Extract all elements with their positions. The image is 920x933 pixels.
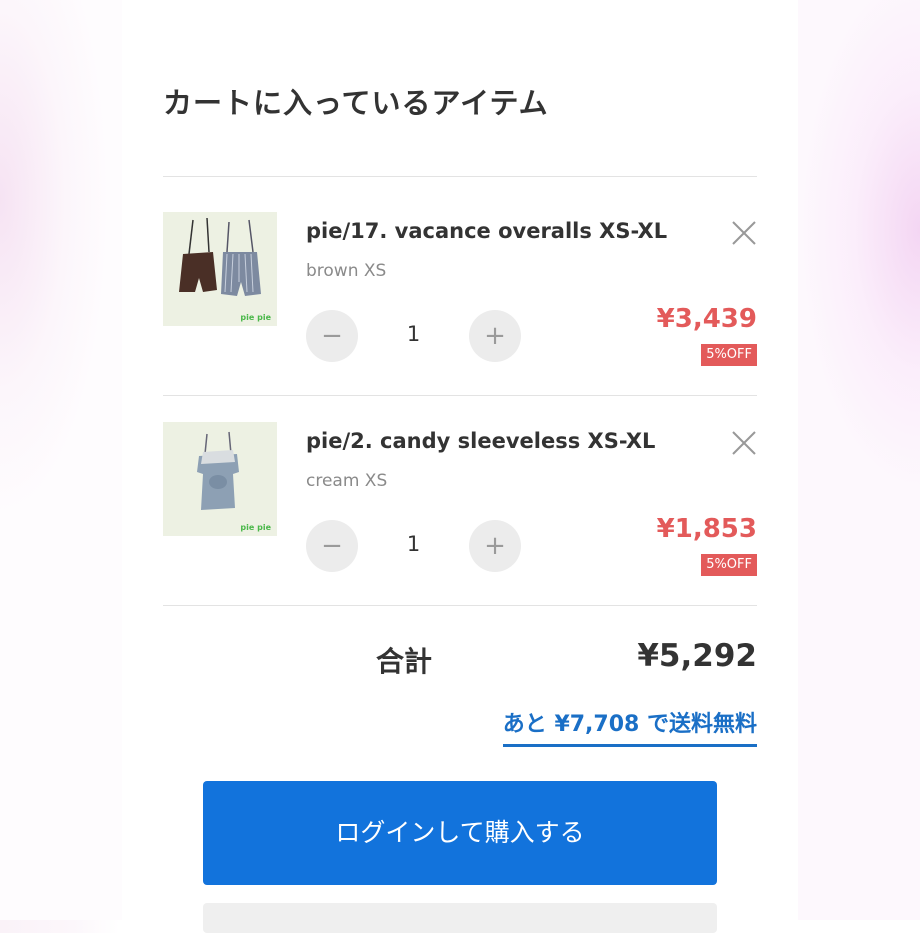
item-price: ¥1,853 <box>656 514 757 544</box>
decrease-quantity-button[interactable]: − <box>306 520 358 572</box>
total-value: ¥5,292 <box>637 638 757 674</box>
item-price: ¥3,439 <box>656 304 757 334</box>
minus-icon: − <box>321 531 343 561</box>
quantity-value: 1 <box>406 532 421 556</box>
plus-icon: + <box>484 321 506 351</box>
increase-quantity-button[interactable]: + <box>469 310 521 362</box>
top-divider <box>163 176 757 177</box>
cart-item: pie pie pie/2. candy sleeveless XS-XL cr… <box>163 422 757 582</box>
product-name[interactable]: pie/17. vacance overalls XS-XL <box>306 219 667 243</box>
cart-panel: カートに入っているアイテム pie pie pie/17. vacance ov… <box>122 0 798 933</box>
remove-item-button[interactable] <box>731 220 757 246</box>
product-name[interactable]: pie/2. candy sleeveless XS-XL <box>306 429 655 453</box>
total-divider <box>163 605 757 606</box>
free-shipping-link[interactable]: あと ¥7,708 で送料無料 <box>502 706 757 747</box>
product-image <box>163 212 277 326</box>
product-variant: cream XS <box>306 471 388 491</box>
close-icon <box>732 431 756 455</box>
decrease-quantity-button[interactable]: − <box>306 310 358 362</box>
product-thumbnail[interactable]: pie pie <box>163 212 277 326</box>
right-background <box>798 0 920 920</box>
secondary-button[interactable] <box>203 903 717 933</box>
total-label: 合計 <box>376 645 433 678</box>
product-thumbnail[interactable]: pie pie <box>163 422 277 536</box>
remove-item-button[interactable] <box>731 430 757 456</box>
cart-title: カートに入っているアイテム <box>163 86 549 120</box>
login-purchase-button[interactable]: ログインして購入する <box>203 781 717 885</box>
discount-badge: 5%OFF <box>701 344 757 366</box>
cart-item: pie pie pie/17. vacance overalls XS-XL b… <box>163 212 757 372</box>
minus-icon: − <box>321 321 343 351</box>
item-divider <box>163 395 757 396</box>
brand-mark: pie pie <box>240 313 271 322</box>
close-icon <box>732 221 756 245</box>
discount-badge: 5%OFF <box>701 554 757 576</box>
product-image <box>163 422 277 536</box>
plus-icon: + <box>484 531 506 561</box>
product-variant: brown XS <box>306 261 387 281</box>
left-background <box>0 0 122 920</box>
brand-mark: pie pie <box>240 523 271 532</box>
quantity-value: 1 <box>406 322 421 346</box>
increase-quantity-button[interactable]: + <box>469 520 521 572</box>
